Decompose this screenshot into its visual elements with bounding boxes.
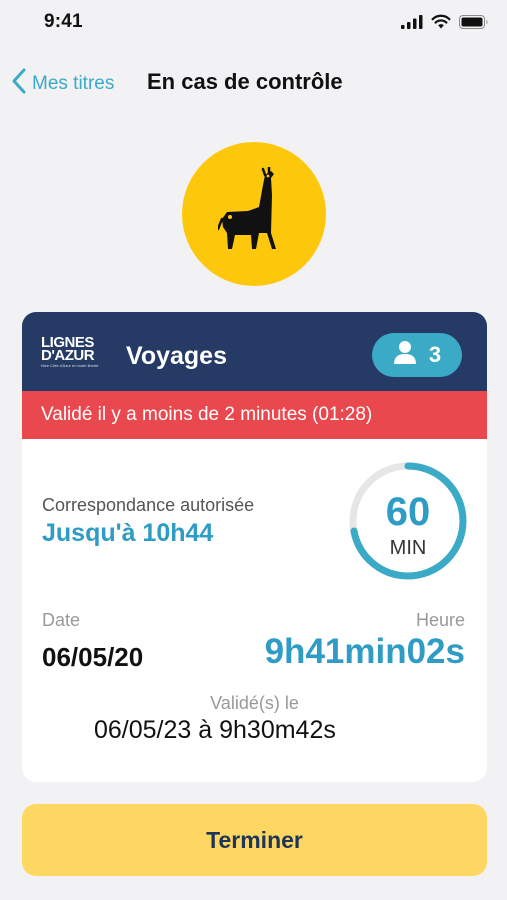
chevron-left-icon: [12, 68, 32, 100]
ticket-header: LIGNES D'AZUR Nice Côte d'Azur en toute …: [22, 312, 487, 391]
time-label: Heure: [415, 610, 465, 630]
giraffe-icon: [216, 165, 290, 262]
passenger-count: 3: [428, 342, 442, 367]
nav-bar: Mes titres En cas de contrôle: [0, 62, 507, 108]
correspondance-label: Correspondance autorisée: [42, 495, 255, 515]
date-label: Date: [42, 610, 81, 630]
status-bar: 9:41: [0, 0, 507, 44]
timer-unit: MIN: [389, 537, 427, 559]
page-title: En cas de contrôle: [147, 69, 343, 94]
correspondance-value: Jusqu'à 10h44: [42, 519, 214, 547]
logo-line-2: D'AZUR: [41, 347, 95, 364]
validated-on-label: Validé(s) le: [210, 693, 299, 713]
person-icon: [393, 340, 417, 370]
ticket-title: Voyages: [126, 342, 227, 370]
battery-icon: [459, 14, 489, 34]
time-value: 9h41min02s: [264, 632, 465, 671]
date-value: 06/05/20: [42, 642, 144, 672]
wifi-icon: [431, 14, 451, 34]
timer-value: 60: [385, 490, 431, 534]
back-label: Mes titres: [32, 73, 115, 94]
timer-ring: 60 MIN: [347, 460, 469, 582]
signal-icon: [401, 14, 423, 34]
status-time: 9:41: [44, 11, 83, 32]
finish-button[interactable]: Terminer: [22, 804, 487, 876]
validated-on-value: 06/05/23 à 9h30m42s: [94, 716, 336, 744]
lignes-dazur-logo: LIGNES D'AZUR Nice Côte d'Azur en toute …: [41, 335, 99, 368]
validated-banner: Validé il y a moins de 2 minutes (01:28): [22, 391, 487, 439]
status-icons: [401, 14, 489, 34]
avatar: [182, 142, 326, 286]
passenger-count-badge: 3: [372, 333, 462, 377]
logo-tagline: Nice Côte d'Azur en toute liberté: [41, 363, 99, 368]
ticket-card: LIGNES D'AZUR Nice Côte d'Azur en toute …: [22, 312, 487, 782]
back-button[interactable]: Mes titres: [12, 68, 114, 100]
